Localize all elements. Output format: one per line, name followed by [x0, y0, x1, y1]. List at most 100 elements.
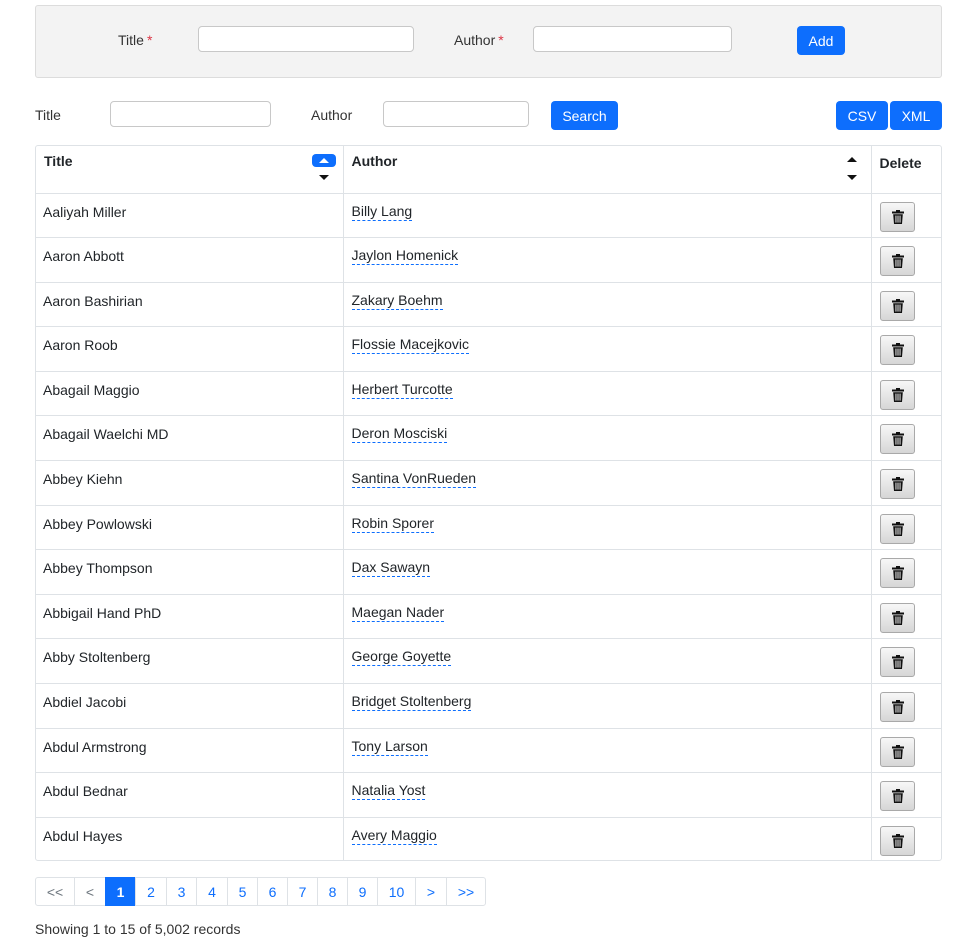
delete-button[interactable] — [879, 692, 915, 723]
delete-cell — [871, 728, 941, 774]
delete-button[interactable] — [879, 246, 915, 277]
title-cell: Abbigail Hand PhD — [36, 594, 344, 640]
previous-page-button[interactable]: < — [74, 877, 106, 906]
trash-icon — [891, 610, 904, 625]
author-editable-link[interactable]: Robin Sporer — [351, 515, 434, 533]
delete-button[interactable] — [879, 558, 915, 589]
page-7-button[interactable]: 7 — [287, 877, 318, 906]
sort-ascending-icon[interactable] — [312, 154, 336, 167]
author-sort-control[interactable] — [846, 154, 871, 186]
column-header-author-label: Author — [351, 153, 398, 169]
author-editable-link[interactable]: Deron Mosciski — [351, 425, 448, 444]
page-8-button[interactable]: 8 — [317, 877, 348, 906]
delete-button[interactable] — [879, 602, 915, 633]
table-row: Abbey Powlowski Robin Sporer — [36, 505, 941, 551]
delete-button[interactable] — [879, 513, 915, 544]
delete-button[interactable] — [879, 201, 915, 232]
author-editable-link[interactable]: Bridget Stoltenberg — [351, 693, 472, 712]
first-page-button[interactable]: << — [35, 877, 75, 906]
author-editable-link[interactable]: Dax Sawayn — [351, 559, 431, 578]
export-xml-button[interactable]: XML — [890, 101, 942, 130]
book-title: Aaliyah Miller — [43, 203, 127, 220]
add-author-label: Author * — [454, 32, 504, 48]
sort-descending-icon[interactable] — [319, 175, 329, 180]
book-title: Abagail Waelchi MD — [43, 426, 169, 443]
add-book-panel: Title * Author * Add — [35, 5, 942, 78]
add-author-input[interactable] — [533, 26, 732, 52]
author-cell: Tony Larson — [343, 728, 872, 774]
table-row: Abdul Hayes Avery Maggio — [36, 817, 941, 860]
author-editable-link[interactable]: Avery Maggio — [351, 827, 437, 845]
author-cell: Dax Sawayn — [343, 549, 872, 595]
column-header-author[interactable]: Author — [343, 146, 872, 194]
book-title: Abdul Bednar — [43, 783, 128, 800]
table-body: Aaliyah Miller Billy Lang Aaron Abbott Jayl… — [36, 193, 941, 860]
delete-button[interactable] — [879, 379, 915, 410]
table-row: Aaron Abbott Jaylon Homenick — [36, 237, 941, 283]
add-title-input[interactable] — [198, 26, 414, 52]
book-title: Abbey Kiehn — [43, 471, 123, 488]
author-cell: George Goyette — [343, 638, 872, 685]
search-author-input[interactable] — [383, 101, 529, 127]
sort-descending-icon[interactable] — [846, 175, 857, 180]
author-editable-link[interactable]: Tony Larson — [351, 738, 428, 756]
page-6-button[interactable]: 6 — [257, 877, 288, 906]
title-cell: Abdul Bednar — [36, 772, 344, 818]
page-1-button[interactable]: 1 — [105, 877, 136, 906]
author-cell: Natalia Yost — [343, 772, 872, 818]
next-page-button[interactable]: > — [415, 877, 447, 906]
author-editable-link[interactable]: Zakary Boehm — [351, 292, 443, 310]
delete-button[interactable] — [879, 290, 915, 321]
page-9-button[interactable]: 9 — [347, 877, 378, 906]
author-editable-link[interactable]: Billy Lang — [351, 203, 413, 221]
column-header-delete: Delete — [871, 146, 941, 194]
title-cell: Abdiel Jacobi — [36, 683, 344, 729]
trash-icon — [891, 566, 904, 581]
column-header-delete-label: Delete — [879, 155, 922, 171]
last-page-button[interactable]: >> — [446, 877, 486, 906]
delete-cell — [871, 638, 941, 685]
author-cell: Zakary Boehm — [343, 282, 872, 328]
page-2-button[interactable]: 2 — [135, 877, 167, 906]
delete-button[interactable] — [879, 825, 915, 856]
author-cell: Jaylon Homenick — [343, 237, 872, 283]
book-title: Abbigail Hand PhD — [43, 604, 162, 621]
export-csv-button[interactable]: CSV — [836, 101, 888, 130]
add-button[interactable]: Add — [797, 26, 845, 55]
delete-button[interactable] — [879, 469, 915, 500]
trash-icon — [891, 700, 904, 715]
title-cell: Abbey Kiehn — [36, 460, 344, 506]
page-3-button[interactable]: 3 — [166, 877, 197, 906]
delete-button[interactable] — [879, 781, 915, 812]
delete-cell — [871, 415, 941, 462]
delete-button[interactable] — [879, 424, 915, 455]
required-asterisk: * — [146, 32, 153, 48]
author-cell: Robin Sporer — [343, 505, 872, 551]
table-row: Abdiel Jacobi Bridget Stoltenberg — [36, 683, 941, 729]
table-row: Abagail Maggio Herbert Turcotte — [36, 371, 941, 417]
trash-icon — [891, 209, 904, 224]
author-editable-link[interactable]: George Goyette — [351, 648, 452, 667]
page-5-button[interactable]: 5 — [227, 877, 258, 906]
search-title-input[interactable] — [110, 101, 271, 127]
page-4-button[interactable]: 4 — [196, 877, 228, 906]
author-editable-link[interactable]: Flossie Macejkovic — [351, 336, 469, 355]
trash-icon — [891, 477, 904, 492]
title-sort-control[interactable] — [312, 154, 336, 186]
page-10-button[interactable]: 10 — [377, 877, 416, 906]
author-editable-link[interactable]: Herbert Turcotte — [351, 381, 453, 399]
author-editable-link[interactable]: Maegan Nader — [351, 604, 445, 622]
delete-button[interactable] — [879, 335, 915, 366]
author-editable-link[interactable]: Santina VonRueden — [351, 470, 477, 489]
book-title: Abbey Powlowski — [43, 515, 152, 532]
delete-button[interactable] — [879, 647, 915, 678]
author-editable-link[interactable]: Natalia Yost — [351, 782, 426, 801]
search-button[interactable]: Search — [551, 101, 618, 130]
column-header-title[interactable]: Title — [36, 146, 344, 194]
book-title: Aaron Roob — [43, 337, 118, 354]
title-cell: Abdul Hayes — [36, 817, 344, 860]
delete-button[interactable] — [879, 736, 915, 767]
sort-ascending-icon[interactable] — [846, 157, 857, 162]
author-editable-link[interactable]: Jaylon Homenick — [351, 247, 459, 266]
title-cell: Aaliyah Miller — [36, 193, 344, 239]
